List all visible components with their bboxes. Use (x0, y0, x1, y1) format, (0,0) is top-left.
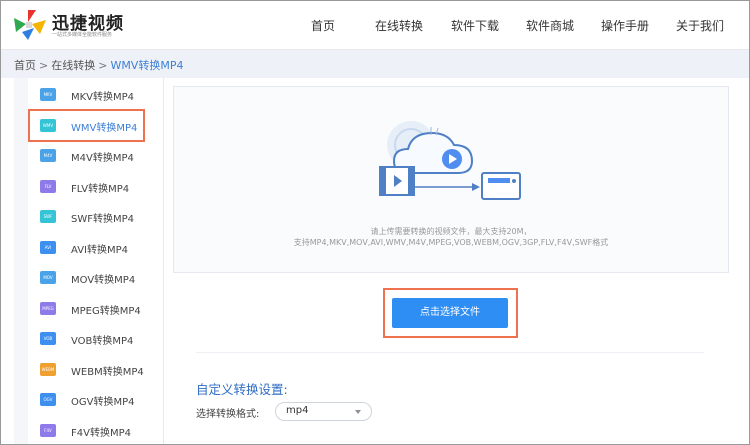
nav-manual[interactable]: 操作手册 (601, 17, 649, 34)
sidebar-item-label: MKV转换MP4 (71, 92, 135, 103)
sidebar-item-label: F4V转换MP4 (71, 428, 131, 439)
sidebar-item-label: M4V转换MP4 (71, 153, 134, 164)
f4v-file-icon: F4V (40, 424, 56, 437)
sidebar-item-label: AVI转换MP4 (71, 245, 129, 256)
video-upload-illustration-icon (379, 121, 521, 200)
sidebar-item-m4v[interactable]: M4V M4V转换MP4 (28, 141, 148, 171)
sidebar-item-flv[interactable]: FLV FLV转换MP4 (28, 172, 148, 202)
format-label: 选择转换格式: (196, 409, 260, 420)
vob-file-icon: VOB (40, 332, 56, 345)
format-select[interactable]: mp4 (275, 402, 372, 421)
logo-mark-icon (14, 10, 46, 40)
format-select-value: mp4 (286, 405, 309, 416)
breadcrumb-separator: > (39, 59, 49, 72)
nav-home[interactable]: 首页 (311, 17, 335, 34)
site-logo[interactable]: 迅捷视频 一站式多媒体全能软件服务 (14, 8, 144, 42)
sidebar-item-f4v[interactable]: F4V F4V转换MP4 (28, 416, 148, 445)
breadcrumb-bar: 首页 > 在线转换 > WMV转换MP4 (0, 50, 750, 78)
sidebar-item-label: FLV转换MP4 (71, 184, 130, 195)
nav-software-store[interactable]: 软件商城 (526, 17, 574, 34)
sidebar-item-mov[interactable]: MOV MOV转换MP4 (28, 263, 148, 293)
breadcrumb-home[interactable]: 首页 (14, 59, 36, 72)
logo-subtitle: 一站式多媒体全能软件服务 (52, 32, 113, 38)
section-divider (196, 352, 704, 353)
sidebar-item-label: VOB转换MP4 (71, 336, 134, 347)
custom-settings-title: 自定义转换设置: (196, 382, 288, 397)
m4v-file-icon: M4V (40, 149, 56, 162)
mpeg-file-icon: MPEG (40, 302, 56, 315)
sidebar-item-label: WEBM转换MP4 (71, 367, 144, 378)
sidebar-item-webm[interactable]: WEBM WEBM转换MP4 (28, 355, 148, 385)
mov-file-icon: MOV (40, 271, 56, 284)
sidebar-item-swf[interactable]: SWF SWF转换MP4 (28, 202, 148, 232)
sidebar-item-label: MOV转换MP4 (71, 275, 136, 286)
breadcrumb-online-convert[interactable]: 在线转换 (51, 59, 95, 72)
breadcrumb: 首页 > 在线转换 > WMV转换MP4 (14, 57, 183, 73)
breadcrumb-separator: > (98, 59, 108, 72)
webm-file-icon: WEBM (40, 363, 56, 376)
flv-file-icon: FLV (40, 180, 56, 193)
sidebar-item-avi[interactable]: AVI AVI转换MP4 (28, 233, 148, 263)
sidebar-item-label: MPEG转换MP4 (71, 306, 141, 317)
dropdown-caret-icon (355, 410, 361, 414)
avi-file-icon: AVI (40, 241, 56, 254)
ogv-file-icon: OGV (40, 393, 56, 406)
upload-hint-size: 请上传需要转换的视频文件，最大支持20M， (370, 227, 532, 236)
nav-online-convert[interactable]: 在线转换 (375, 17, 423, 34)
sidebar-item-ogv[interactable]: OGV OGV转换MP4 (28, 385, 148, 415)
mkv-file-icon: MKV (40, 88, 56, 101)
nav-software-download[interactable]: 软件下载 (451, 17, 499, 34)
upload-hint-formats: 支持MP4,MKV,MOV,AVI,WMV,M4V,MPEG,VOB,WEBM,… (293, 238, 609, 247)
sidebar-item-label: OGV转换MP4 (71, 397, 135, 408)
swf-file-icon: SWF (40, 210, 56, 223)
nav-about-us[interactable]: 关于我们 (676, 17, 724, 34)
top-header: 迅捷视频 一站式多媒体全能软件服务 首页 在线转换 软件下载 软件商城 操作手册… (0, 0, 750, 50)
sidebar-item-mpeg[interactable]: MPEG MPEG转换MP4 (28, 294, 148, 324)
active-item-highlight (28, 109, 145, 142)
select-file-button[interactable]: 点击选择文件 (392, 298, 508, 328)
sidebar-item-label: SWF转换MP4 (71, 214, 135, 225)
sidebar-item-vob[interactable]: VOB VOB转换MP4 (28, 324, 148, 354)
sidebar-item-mkv[interactable]: MKV MKV转换MP4 (28, 80, 148, 110)
breadcrumb-current: WMV转换MP4 (110, 59, 184, 72)
